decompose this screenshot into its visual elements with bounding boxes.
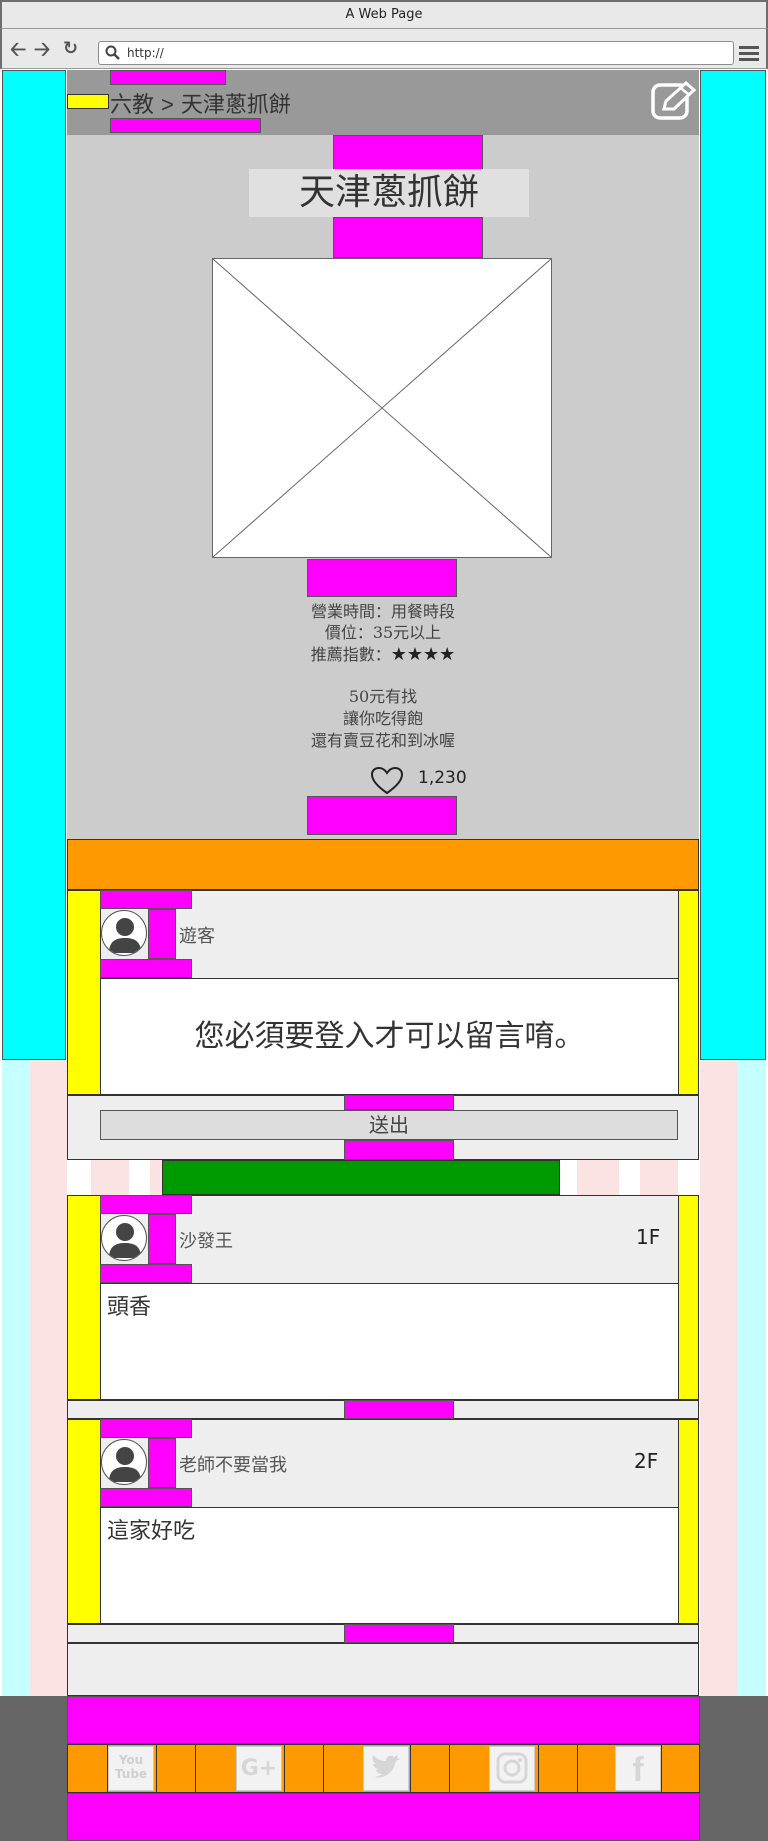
search-icon <box>105 45 120 60</box>
youtube-icon[interactable]: You Tube <box>108 1746 154 1791</box>
placeholder-block <box>100 1195 192 1214</box>
comment-floor: 2F <box>634 1449 659 1473</box>
placeholder-block <box>100 890 192 909</box>
comment-body: 這家好吃 <box>100 1507 679 1624</box>
url-field[interactable]: http:// <box>98 41 734 65</box>
placeholder-block <box>67 94 109 109</box>
shop-desc-line3: 還有賣豆花和到冰喔 <box>310 731 455 750</box>
stripe-block <box>577 1160 619 1195</box>
placeholder-block <box>67 1696 700 1744</box>
url-text: http:// <box>127 46 164 60</box>
placeholder-block <box>148 1214 176 1264</box>
breadcrumb: 六教 > 天津蔥抓餅 <box>110 87 291 119</box>
placeholder-block <box>344 1400 454 1419</box>
comment-user: 老師不要當我 <box>179 1455 287 1476</box>
comment-form-user: 遊客 <box>179 926 215 947</box>
google-plus-icon[interactable]: G+ <box>236 1746 282 1791</box>
facebook-icon[interactable]: f <box>615 1746 661 1791</box>
back-arrow-icon[interactable]: 🡠 <box>10 29 26 69</box>
instagram-icon[interactable] <box>489 1746 535 1791</box>
placeholder-block <box>100 1488 192 1507</box>
avatar <box>101 1215 147 1261</box>
browser-title-bar: A Web Page <box>0 0 768 29</box>
shop-desc-line1: 50元有找 <box>348 687 418 706</box>
left-stripe-cyan <box>2 1060 30 1696</box>
forward-arrow-icon[interactable]: 🡢 <box>34 29 50 69</box>
placeholder-block <box>110 70 226 85</box>
left-side-panel <box>2 70 66 1060</box>
placeholder-block <box>67 839 699 890</box>
placeholder-block <box>100 1419 192 1438</box>
placeholder-block <box>678 1419 699 1624</box>
comment-body: 頭香 <box>100 1283 679 1400</box>
login-required-message: 您必須要登入才可以留言唷。 <box>100 978 679 1095</box>
comment-user: 沙發王 <box>179 1231 233 1252</box>
browser-title: A Web Page <box>345 7 423 22</box>
left-stripe-pink <box>30 1060 67 1696</box>
placeholder-block <box>148 909 176 959</box>
stripe-block <box>150 1160 162 1195</box>
breadcrumb-separator: > <box>161 92 174 117</box>
placeholder-block <box>344 1140 454 1160</box>
comment-floor: 1F <box>636 1225 661 1249</box>
breadcrumb-current: 天津蔥抓餅 <box>180 93 291 118</box>
reload-icon[interactable]: ↻ <box>63 29 78 69</box>
shop-desc-line2: 讓你吃得飽 <box>342 709 423 728</box>
right-stripe-pink <box>700 1060 738 1696</box>
placeholder-block <box>67 1793 700 1841</box>
footer-left-panel <box>0 1696 67 1841</box>
placeholder-block <box>333 135 483 170</box>
placeholder-block <box>678 890 699 1095</box>
placeholder-block <box>148 1438 176 1488</box>
placeholder-block <box>307 796 457 835</box>
submit-button[interactable]: 送出 <box>100 1110 678 1140</box>
right-stripe-cyan <box>738 1060 766 1696</box>
shop-title: 天津蔥抓餅 <box>249 169 529 217</box>
like-count: 1,230 <box>418 768 467 788</box>
twitter-icon[interactable] <box>363 1746 409 1791</box>
comment-text: 這家好吃 <box>107 1519 196 1544</box>
stripe-block <box>91 1160 129 1195</box>
placeholder-block <box>67 1419 101 1624</box>
heart-icon[interactable] <box>370 766 404 796</box>
comments-end-panel <box>67 1643 699 1696</box>
right-side-panel <box>700 70 766 1060</box>
rating-label: 推薦指數： <box>310 645 391 664</box>
placeholder-block <box>307 559 457 597</box>
shop-image <box>212 258 552 558</box>
placeholder-block <box>67 1195 101 1400</box>
placeholder-block <box>678 1195 699 1400</box>
stripe-block <box>640 1160 678 1195</box>
shop-rating: 推薦指數：★★★★ <box>67 644 699 666</box>
avatar <box>101 1439 147 1485</box>
placeholder-block <box>100 959 192 978</box>
footer-right-panel <box>700 1696 768 1841</box>
placeholder-block <box>344 1095 454 1110</box>
menu-icon[interactable] <box>739 45 759 61</box>
placeholder-block <box>67 890 101 1095</box>
placeholder-block <box>344 1624 454 1643</box>
avatar <box>101 910 147 956</box>
shop-hours: 營業時間：用餐時段 <box>310 602 455 621</box>
login-required-text: 您必須要登入才可以留言唷。 <box>194 1019 585 1054</box>
placeholder-block <box>110 118 261 133</box>
social-bar: You Tube G+ f <box>67 1744 700 1793</box>
breadcrumb-parent[interactable]: 六教 <box>110 93 154 118</box>
rating-stars: ★★★★ <box>390 644 456 665</box>
placeholder-block <box>333 217 483 258</box>
edit-icon[interactable] <box>650 80 698 122</box>
comment-text: 頭香 <box>107 1295 152 1320</box>
shop-price: 價位：35元以上 <box>324 623 442 642</box>
placeholder-block <box>100 1264 192 1283</box>
placeholder-block <box>162 1160 560 1195</box>
